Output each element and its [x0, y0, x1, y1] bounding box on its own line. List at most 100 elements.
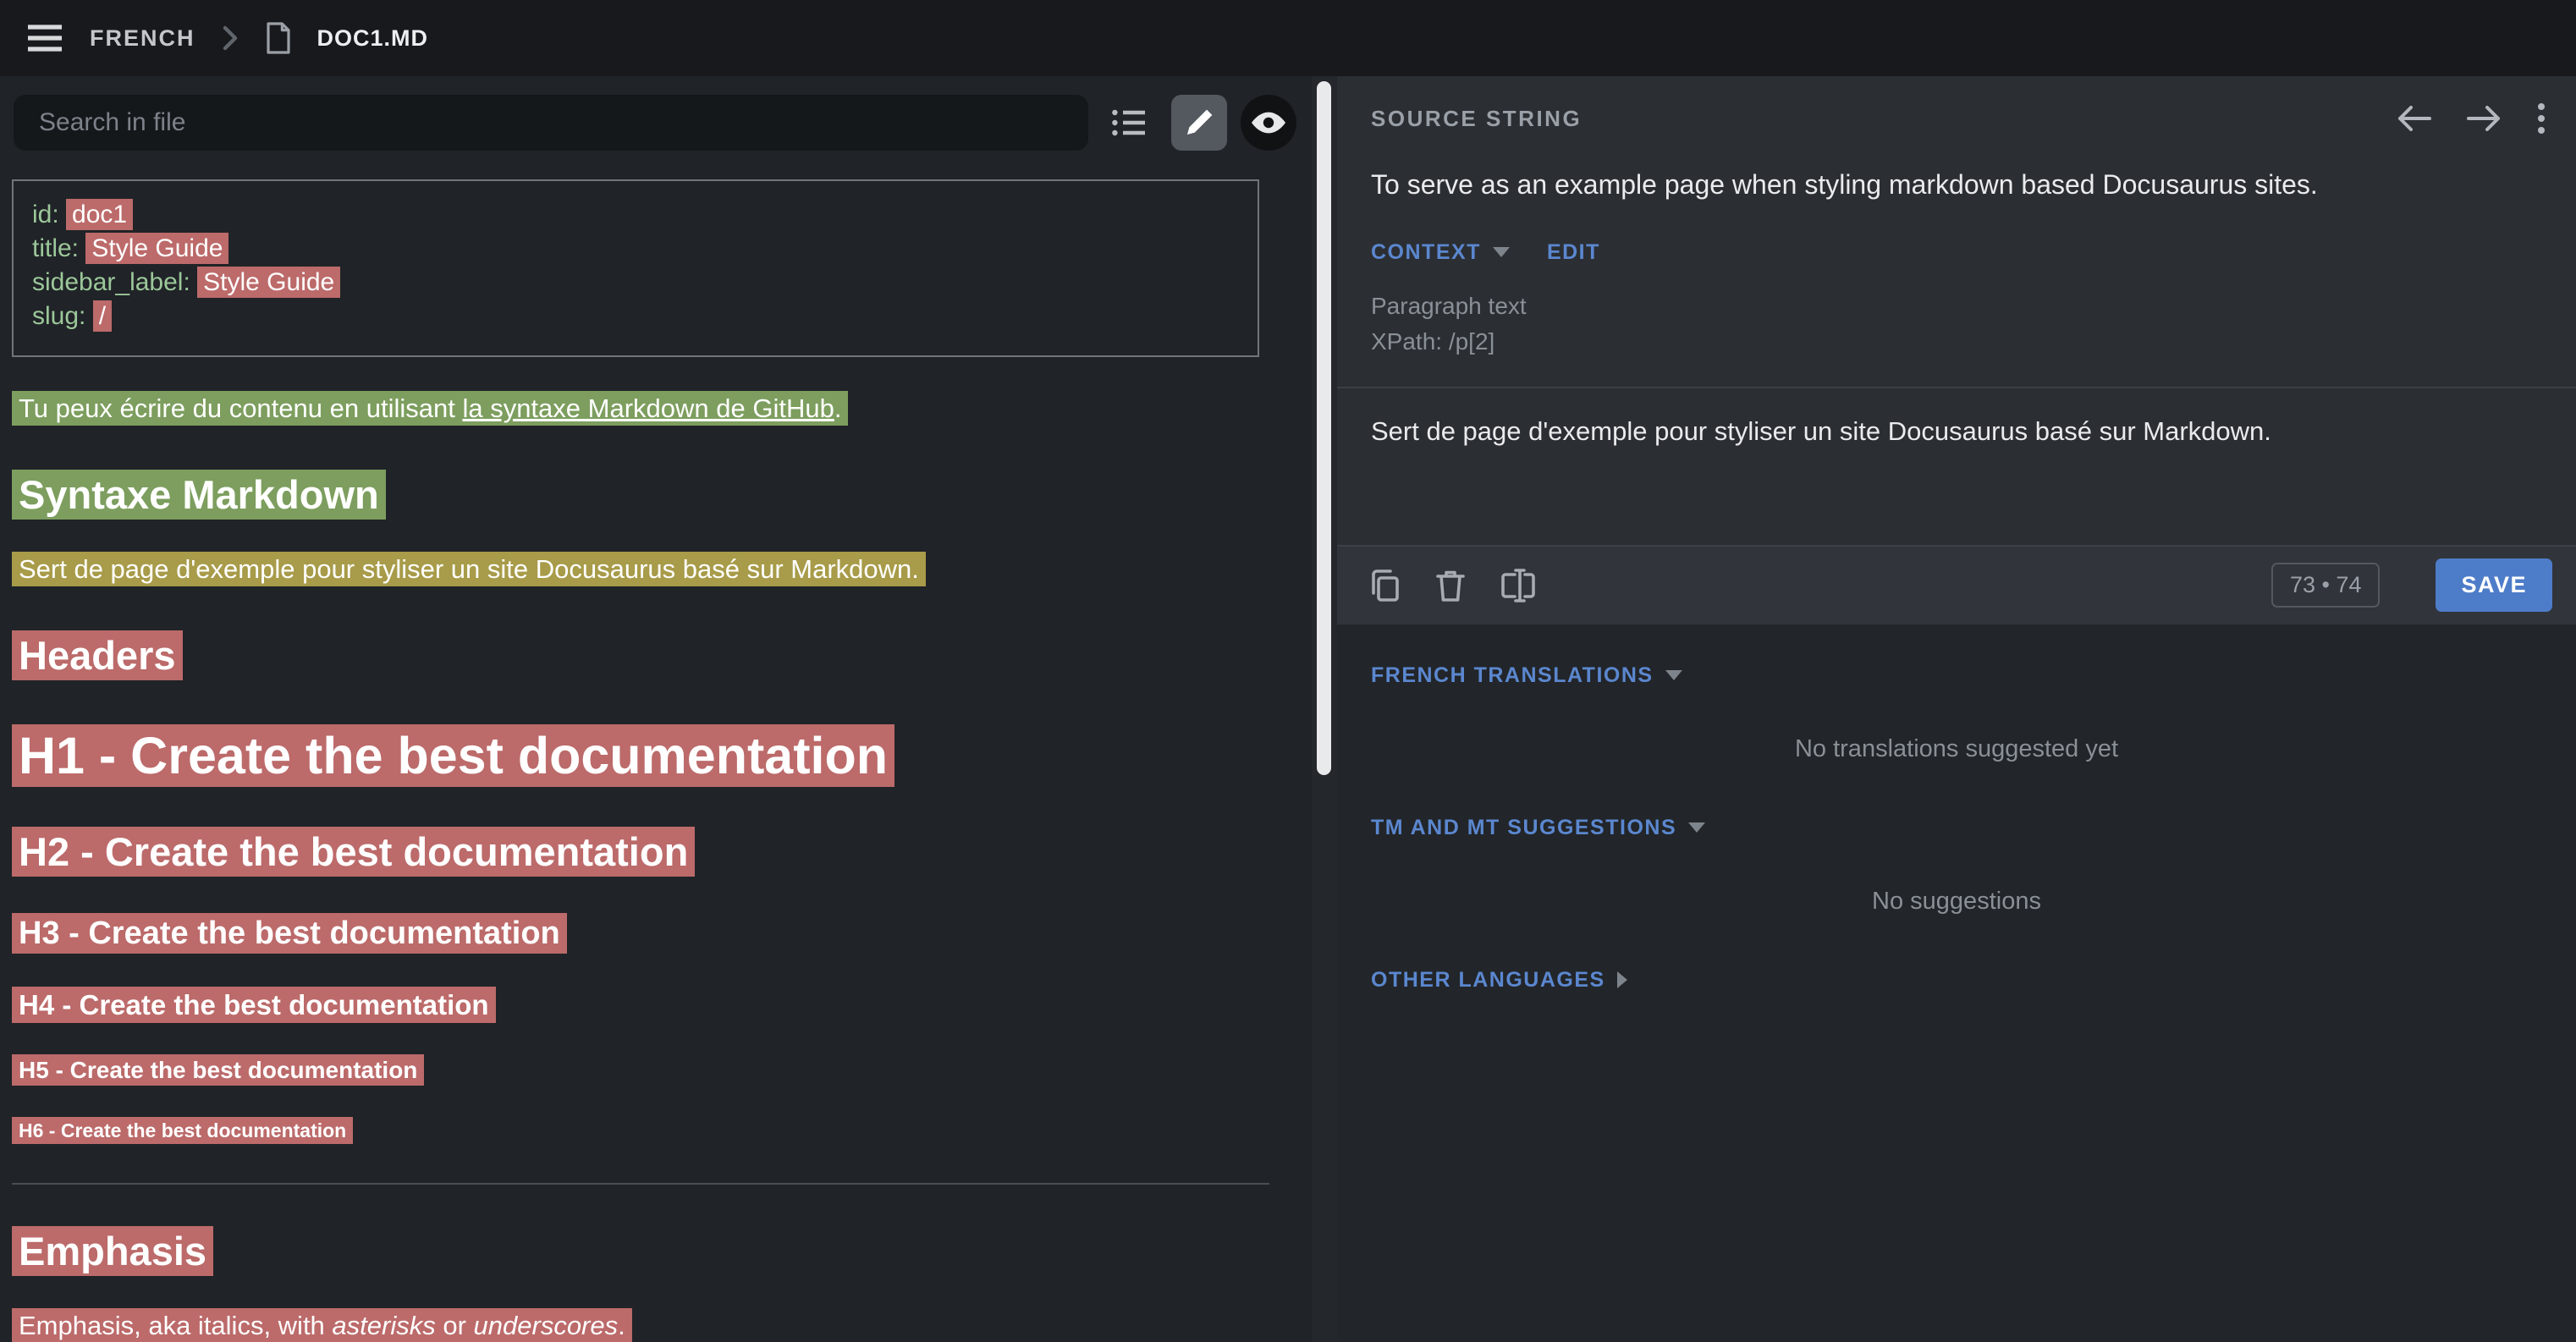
chevron-down-icon	[1493, 247, 1510, 257]
string-h5[interactable]: H5 - Create the best documentation	[12, 1054, 424, 1086]
string-frontmatter-id[interactable]: doc1	[66, 199, 133, 230]
frontmatter-line: sidebar_label: Style Guide	[32, 266, 1237, 300]
emphasis-text: or	[436, 1311, 474, 1340]
string-frontmatter-sidebar-label[interactable]: Style Guide	[197, 267, 340, 298]
tm-mt-label: TM AND MT SUGGESTIONS	[1371, 816, 1676, 840]
document-preview: id: doc1 title: Style Guide sidebar_labe…	[0, 151, 1312, 1342]
emphasis-text: Emphasis, aka italics, with	[19, 1311, 332, 1340]
suggestion-sections: FRENCH TRANSLATIONS No translations sugg…	[1337, 624, 2576, 993]
string-h2[interactable]: H2 - Create the best documentation	[12, 827, 695, 877]
string-navigation	[2397, 102, 2547, 135]
frontmatter-key: sidebar_label:	[32, 268, 197, 296]
chevron-right-icon	[1617, 971, 1627, 988]
french-translations-label: FRENCH TRANSLATIONS	[1371, 663, 1654, 688]
frontmatter-key: title:	[32, 234, 85, 262]
source-string-text: To serve as an example page when styling…	[1337, 135, 2576, 203]
string-emphasis[interactable]: Emphasis, aka italics, with asterisks or…	[12, 1308, 632, 1342]
list-view-button[interactable]	[1102, 95, 1158, 151]
pencil-icon	[1182, 106, 1216, 140]
next-string-button[interactable]	[2466, 104, 2502, 133]
preview-mode-button[interactable]	[1241, 95, 1296, 151]
frontmatter-line: title: Style Guide	[32, 232, 1237, 266]
source-string-card: SOURCE STRING	[1337, 76, 2576, 624]
emphasis-italic: underscores	[474, 1311, 619, 1340]
tm-mt-empty: No suggestions	[1371, 888, 2542, 916]
string-heading-markdown[interactable]: Syntaxe Markdown	[12, 470, 386, 520]
edit-label: EDIT	[1547, 240, 1600, 265]
kebab-menu-icon	[2535, 102, 2547, 135]
string-frontmatter-slug[interactable]: /	[93, 300, 112, 332]
character-counter: 73 • 74	[2271, 563, 2381, 608]
string-heading-headers[interactable]: Headers	[12, 630, 183, 680]
save-button[interactable]: SAVE	[2436, 558, 2552, 612]
string-h1[interactable]: H1 - Create the best documentation	[12, 724, 894, 787]
trash-icon	[1434, 568, 1467, 603]
arrow-left-icon	[2397, 104, 2432, 133]
frontmatter-key: slug:	[32, 302, 93, 330]
paragraph-emphasis: Emphasis, aka italics, with asterisks or…	[12, 1306, 1274, 1342]
frontmatter-line: slug: /	[32, 300, 1237, 333]
breadcrumb-project[interactable]: FRENCH	[90, 25, 195, 52]
eye-icon	[1250, 107, 1287, 138]
string-frontmatter-title[interactable]: Style Guide	[85, 233, 228, 264]
tm-mt-suggestions-toggle[interactable]: TM AND MT SUGGESTIONS	[1371, 816, 1705, 840]
context-toggle[interactable]: CONTEXT	[1371, 240, 1510, 265]
heading-h6: H6 - Create the best documentation	[12, 1119, 1274, 1142]
context-row: CONTEXT EDIT	[1337, 203, 2576, 265]
frontmatter-line: id: doc1	[32, 198, 1237, 232]
emphasis-text: .	[618, 1311, 625, 1340]
heading-h2: H2 - Create the best documentation	[12, 829, 1274, 875]
source-string-label: SOURCE STRING	[1371, 106, 1582, 132]
edit-context-button[interactable]: EDIT	[1547, 240, 1600, 265]
string-heading-emphasis[interactable]: Emphasis	[12, 1226, 213, 1276]
text-cursor-icon	[1500, 568, 1537, 603]
chevron-down-icon	[1688, 822, 1705, 833]
preview-scrollbar[interactable]	[1312, 76, 1337, 1342]
string-h3[interactable]: H3 - Create the best documentation	[12, 913, 567, 954]
frontmatter-key: id:	[32, 201, 66, 228]
intro-text-end: .	[834, 393, 842, 423]
search-row	[0, 76, 1312, 151]
breadcrumb-file[interactable]: DOC1.MD	[317, 25, 429, 52]
file-icon	[265, 21, 292, 55]
translation-toolbar: 73 • 74 SAVE	[1337, 545, 2576, 624]
clear-translation-button[interactable]	[1434, 568, 1467, 603]
file-preview-panel: id: doc1 title: Style Guide sidebar_labe…	[0, 76, 1312, 1342]
paragraph-selected: Sert de page d'exemple pour styliser un …	[12, 550, 1274, 589]
other-languages-toggle[interactable]: OTHER LANGUAGES	[1371, 968, 1627, 993]
copy-source-button[interactable]	[1366, 568, 1401, 603]
hamburger-menu-button[interactable]	[25, 23, 64, 53]
horizontal-rule	[12, 1183, 1269, 1185]
frontmatter-block: id: doc1 title: Style Guide sidebar_labe…	[12, 179, 1259, 357]
previous-string-button[interactable]	[2397, 104, 2432, 133]
heading-syntaxe-markdown: Syntaxe Markdown	[12, 472, 1274, 518]
text-selection-button[interactable]	[1500, 568, 1537, 603]
string-intro[interactable]: Tu peux écrire du contenu en utilisant l…	[12, 391, 848, 426]
edit-mode-button[interactable]	[1171, 95, 1227, 151]
context-label: CONTEXT	[1371, 240, 1481, 265]
more-options-button[interactable]	[2535, 102, 2547, 135]
french-translations-toggle[interactable]: FRENCH TRANSLATIONS	[1371, 663, 1682, 688]
context-type: Paragraph text	[1371, 289, 2542, 324]
translation-panel: SOURCE STRING	[1337, 76, 2576, 1342]
main-split: id: doc1 title: Style Guide sidebar_labe…	[0, 76, 2576, 1342]
intro-text: Tu peux écrire du contenu en utilisant	[19, 393, 462, 423]
string-h6[interactable]: H6 - Create the best documentation	[12, 1117, 353, 1144]
list-icon	[1111, 107, 1148, 138]
translation-input[interactable]: Sert de page d'exemple pour styliser un …	[1337, 388, 2576, 545]
markdown-syntax-link[interactable]: la syntaxe Markdown de GitHub	[462, 393, 834, 423]
copy-icon	[1366, 568, 1401, 603]
context-info: Paragraph text XPath: /p[2]	[1337, 265, 2576, 360]
other-languages-label: OTHER LANGUAGES	[1371, 968, 1605, 993]
chevron-down-icon	[1665, 670, 1682, 680]
paragraph-intro: Tu peux écrire du contenu en utilisant l…	[12, 389, 1274, 428]
hamburger-icon	[25, 23, 64, 53]
scrollbar-thumb[interactable]	[1317, 81, 1331, 775]
app-window: FRENCH DOC1.MD	[0, 0, 2576, 1342]
emphasis-italic: asterisks	[332, 1311, 435, 1340]
heading-h5: H5 - Create the best documentation	[12, 1057, 1274, 1084]
string-h4[interactable]: H4 - Create the best documentation	[12, 987, 496, 1023]
search-input[interactable]	[14, 95, 1088, 151]
heading-headers: Headers	[12, 633, 1274, 679]
string-selected[interactable]: Sert de page d'exemple pour styliser un …	[12, 552, 926, 586]
